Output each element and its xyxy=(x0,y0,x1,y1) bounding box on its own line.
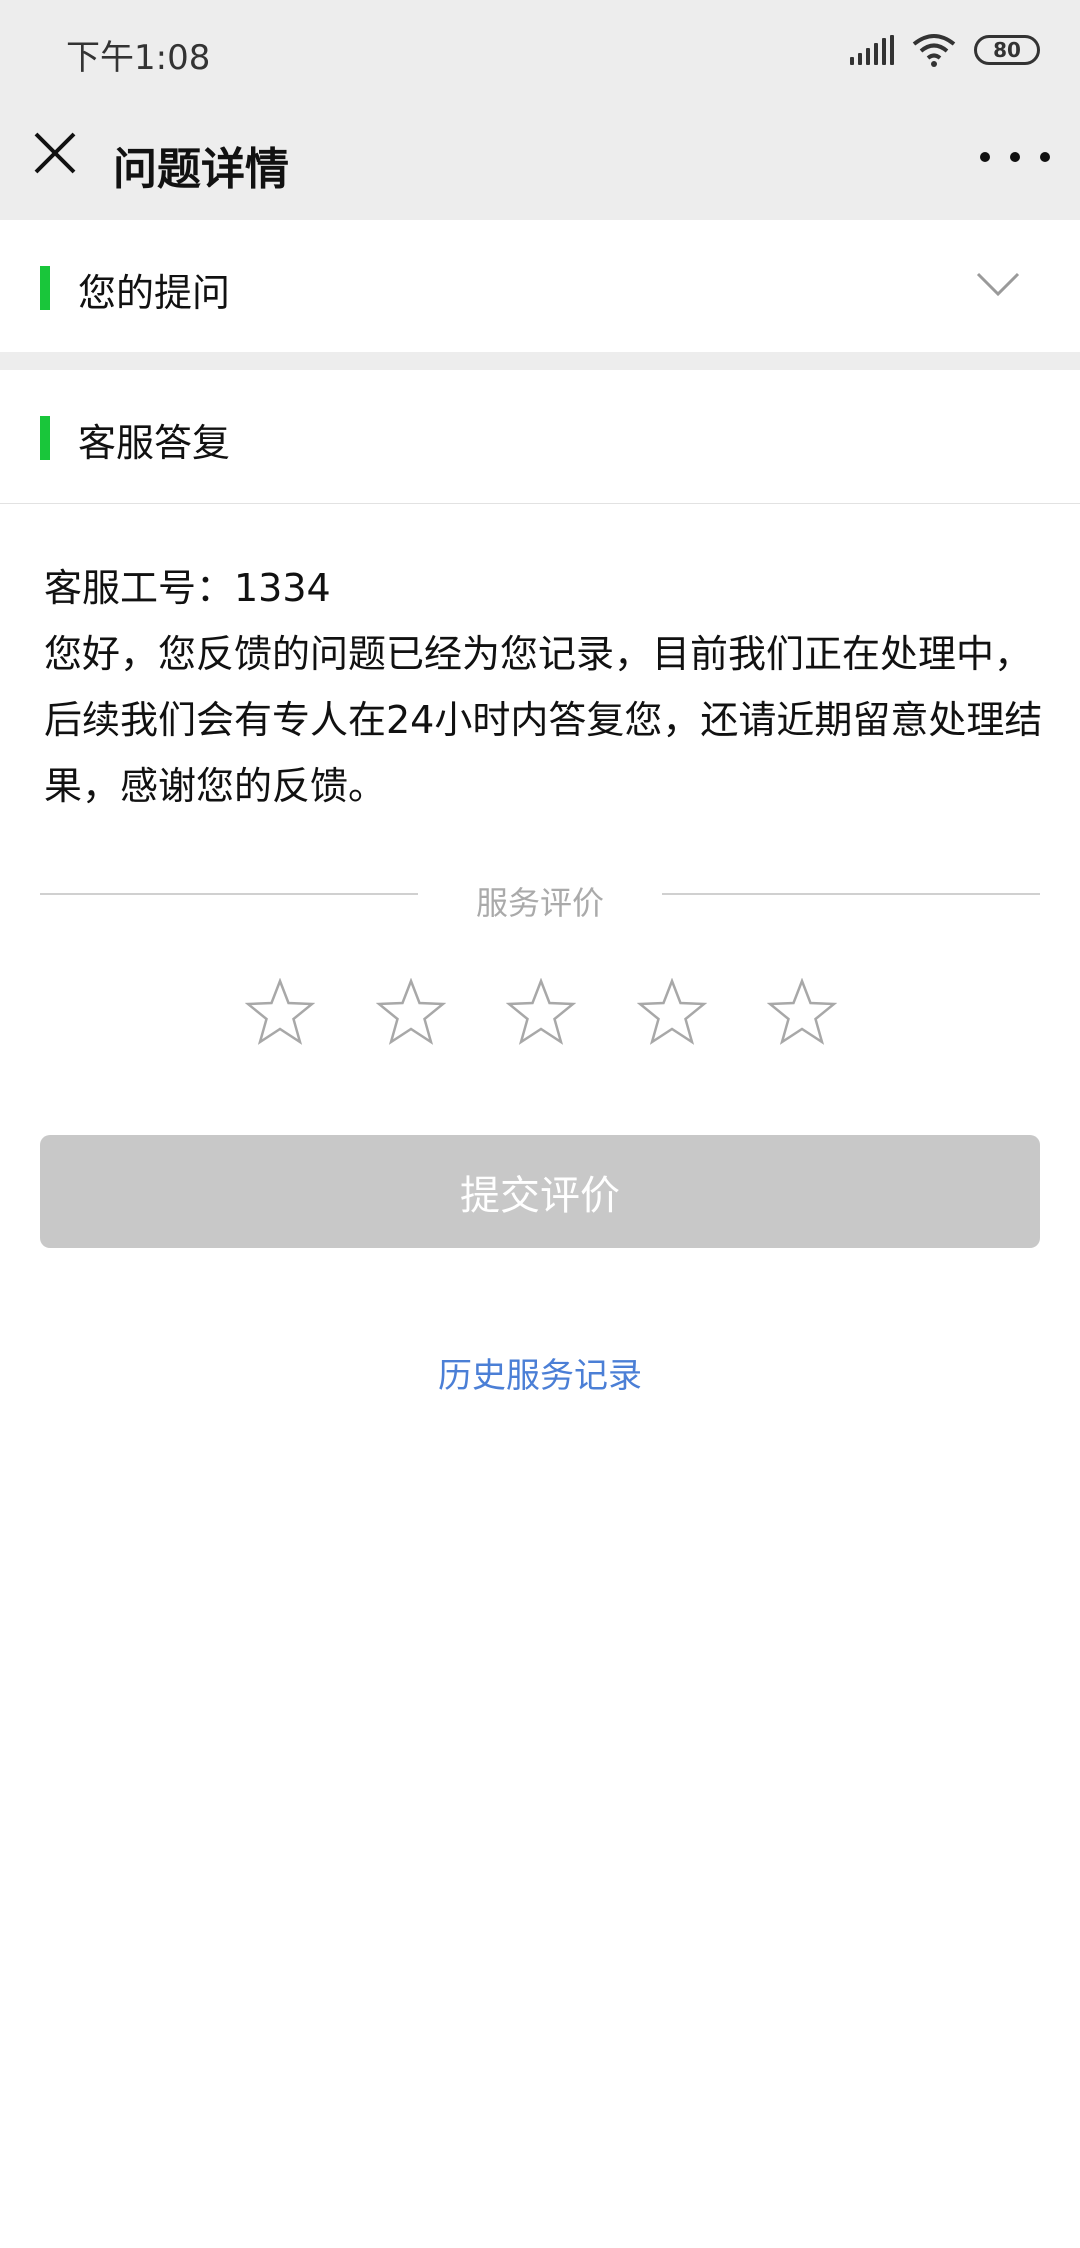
reply-section-header: 客服答复 xyxy=(0,370,1080,500)
service-history-link[interactable]: 历史服务记录 xyxy=(0,1348,1080,1397)
question-section-title: 您的提问 xyxy=(78,271,231,315)
section-accent-bar xyxy=(40,416,50,460)
question-section-header[interactable]: 您的提问 xyxy=(0,220,1080,350)
star-rating xyxy=(245,978,837,1048)
rating-label: 服务评价 xyxy=(475,884,604,922)
status-time: 下午1:08 xyxy=(66,38,211,78)
staff-id: 客服工号：1334 xyxy=(44,566,331,610)
status-icons: 80 xyxy=(850,28,1040,72)
close-icon[interactable] xyxy=(30,128,80,178)
reply-section-title: 客服答复 xyxy=(78,421,231,465)
section-accent-bar xyxy=(40,266,50,310)
status-bar: 下午1:08 80 xyxy=(0,0,1080,98)
dot-icon xyxy=(980,152,990,162)
page-title: 问题详情 xyxy=(113,144,289,195)
star-icon[interactable] xyxy=(767,978,837,1048)
dot-icon xyxy=(1040,152,1050,162)
star-icon[interactable] xyxy=(636,978,707,1048)
wifi-icon xyxy=(912,34,956,67)
nav-bar: 问题详情 xyxy=(0,98,1080,220)
battery-icon: 80 xyxy=(974,35,1040,65)
section-separator xyxy=(0,352,1080,370)
chevron-down-icon[interactable] xyxy=(976,270,1020,300)
dot-icon xyxy=(1010,152,1020,162)
reply-content: 客服工号：1334 您好，您反馈的问题已经为您记录，目前我们正在处理中，后续我们… xyxy=(44,555,1044,819)
submit-rating-button[interactable]: 提交评价 xyxy=(40,1135,1040,1248)
reply-message: 您好，您反馈的问题已经为您记录，目前我们正在处理中，后续我们会有专人在24小时内… xyxy=(44,632,1043,808)
star-icon[interactable] xyxy=(245,978,315,1048)
star-icon[interactable] xyxy=(375,978,446,1048)
signal-icon xyxy=(850,35,894,65)
divider xyxy=(0,503,1080,504)
more-options-button[interactable] xyxy=(980,132,1050,182)
star-icon[interactable] xyxy=(506,978,576,1048)
